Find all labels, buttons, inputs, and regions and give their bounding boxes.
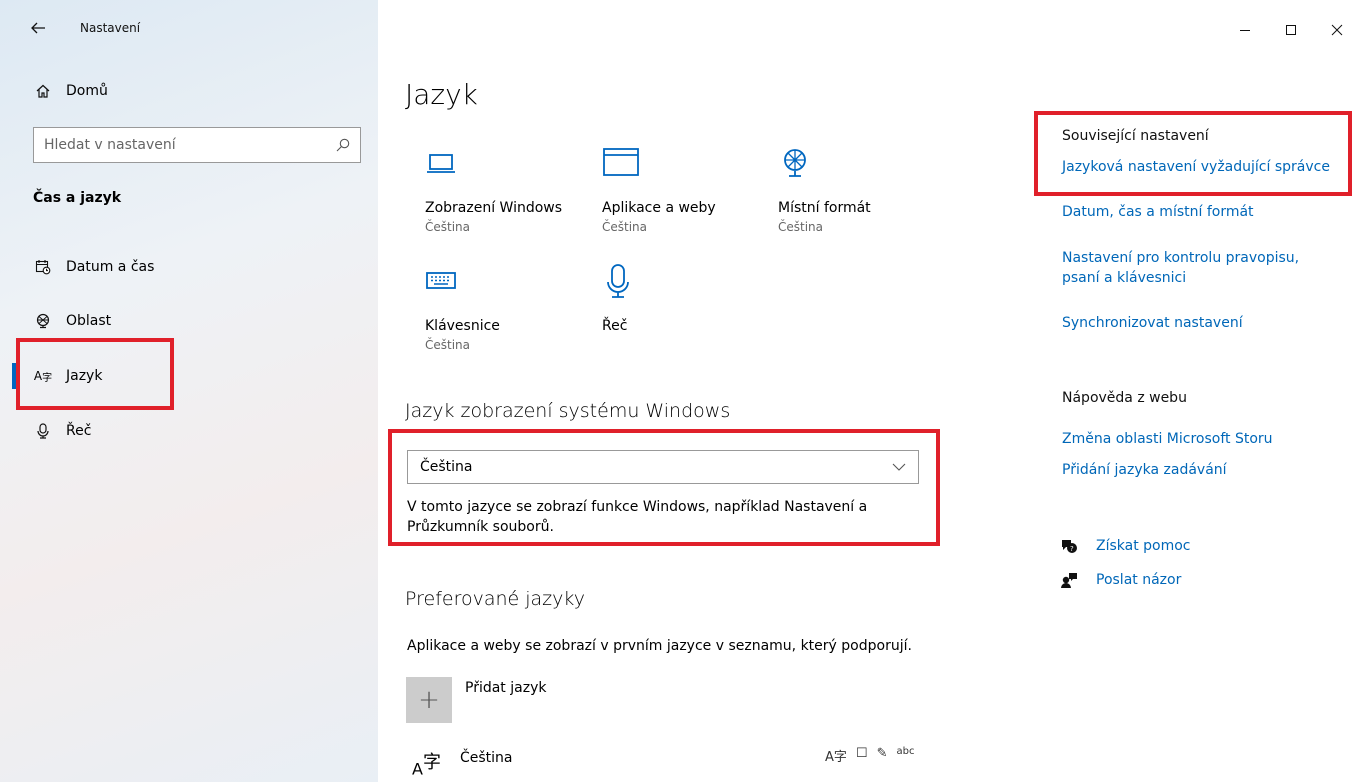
web-help-heading: Nápověda z webu (1062, 390, 1187, 406)
preferred-languages-description: Aplikace a weby se zobrazí v prvním jazy… (407, 638, 912, 654)
nav-home[interactable]: Domů (34, 82, 108, 100)
maximize-icon (1286, 25, 1296, 35)
calendar-clock-icon (34, 258, 52, 276)
help-chat-icon: ? (1062, 540, 1077, 553)
sidebar-item-datum-a-cas[interactable]: Datum a čas (0, 245, 378, 289)
chevron-down-icon (892, 463, 906, 471)
link-sync-settings[interactable]: Synchronizovat nastavení (1062, 313, 1347, 333)
add-language-label[interactable]: Přidat jazyk (465, 680, 546, 696)
display-language-dropdown[interactable]: Čeština (407, 450, 919, 484)
feedback-icon (1061, 573, 1077, 588)
maximize-button[interactable] (1268, 0, 1314, 60)
minimize-icon (1240, 30, 1250, 31)
microphone-icon (34, 422, 52, 440)
link-admin-language-settings[interactable]: Jazyková nastavení vyžadující správce (1062, 157, 1347, 177)
tile-sub: Čeština (425, 338, 471, 352)
language-icon: A字 (412, 752, 441, 779)
keyboard-icon (425, 264, 595, 308)
tile-klavesnice[interactable]: Klávesnice Čeština (425, 264, 595, 352)
search-icon (336, 138, 350, 152)
related-settings-heading: Související nastavení (1062, 128, 1209, 144)
language-icon: A字 (33, 369, 53, 384)
arrow-left-icon (31, 22, 45, 34)
section-title: Čas a jazyk (33, 190, 122, 206)
svg-text:?: ? (1070, 545, 1074, 553)
nav-home-label: Domů (66, 83, 108, 99)
sidebar-item-rec[interactable]: Řeč (0, 409, 378, 453)
spellcheck-feature-icon: abc (896, 746, 915, 757)
close-icon (1331, 24, 1343, 36)
tile-zobrazeni-windows[interactable]: Zobrazení Windows Čeština (425, 146, 595, 234)
laptop-icon (425, 146, 595, 190)
plus-icon: + (418, 685, 440, 715)
preferred-languages-heading: Preferované jazyky (405, 588, 585, 610)
page-title: Jazyk (405, 78, 478, 111)
tile-label: Klávesnice (425, 318, 500, 334)
highlight-box-related-settings (1034, 111, 1352, 196)
app-title: Nastavení (80, 21, 141, 35)
search-input[interactable] (44, 137, 336, 153)
link-spelling-typing-keyboard[interactable]: Nastavení pro kontrolu pravopisu, psaní … (1062, 248, 1322, 288)
get-help-label: Získat pomoc (1096, 538, 1191, 554)
tile-aplikace-a-weby[interactable]: Aplikace a weby Čeština (602, 146, 772, 234)
tile-sub: Čeština (425, 220, 471, 234)
sidebar-item-jazyk[interactable]: A字 Jazyk (0, 354, 378, 398)
tile-sub: Čeština (778, 220, 824, 234)
link-date-time-format[interactable]: Datum, čas a místní formát (1062, 202, 1347, 222)
link-add-input-language[interactable]: Přidání jazyka zadávání (1062, 460, 1347, 480)
tile-label: Místní formát (778, 200, 871, 216)
sidebar-item-label: Datum a čas (66, 259, 155, 275)
tile-label: Řeč (602, 318, 628, 334)
link-change-store-region[interactable]: Změna oblasti Microsoft Storu (1062, 429, 1347, 449)
sidebar-item-label: Řeč (66, 423, 92, 439)
feedback-label: Poslat názor (1096, 572, 1182, 588)
display-language-heading: Jazyk zobrazení systému Windows (405, 400, 731, 422)
minimize-button[interactable] (1222, 0, 1268, 60)
tile-sub: Čeština (602, 220, 648, 234)
add-language-button[interactable]: + (406, 677, 452, 723)
back-button[interactable] (24, 14, 52, 42)
globe-format-icon (778, 146, 948, 190)
window-controls (1222, 0, 1360, 60)
get-help-link[interactable]: ? Získat pomoc (1060, 537, 1191, 555)
sidebar-item-label: Oblast (66, 313, 112, 329)
microphone-icon (602, 264, 772, 308)
home-icon (34, 82, 52, 100)
titlebar: Nastavení (0, 0, 378, 60)
speech-feature-icon: ☐ (855, 746, 868, 761)
sidebar-item-oblast[interactable]: Oblast (0, 299, 378, 343)
tile-mistni-format[interactable]: Místní formát Čeština (778, 146, 948, 234)
tile-rec[interactable]: Řeč (602, 264, 772, 334)
browser-window-icon (602, 146, 772, 190)
feedback-link[interactable]: Poslat názor (1060, 571, 1181, 589)
sidebar: Nastavení Domů Čas a jazyk Datum a čas (0, 0, 378, 782)
tile-label: Zobrazení Windows (425, 200, 563, 216)
language-item-cestina[interactable]: Čeština (460, 750, 513, 766)
dropdown-value: Čeština (420, 459, 473, 475)
display-language-description: V tomto jazyce se zobrazí funkce Windows… (407, 499, 868, 535)
tile-label: Aplikace a weby (602, 200, 716, 216)
close-button[interactable] (1314, 0, 1360, 60)
globe-region-icon (34, 312, 52, 330)
sidebar-item-label: Jazyk (66, 368, 103, 384)
language-features: A字 ☐ ✎ abc (825, 746, 914, 765)
display-language-feature-icon: A字 (825, 750, 847, 765)
search-box[interactable] (33, 127, 361, 163)
handwriting-feature-icon: ✎ (876, 746, 888, 761)
